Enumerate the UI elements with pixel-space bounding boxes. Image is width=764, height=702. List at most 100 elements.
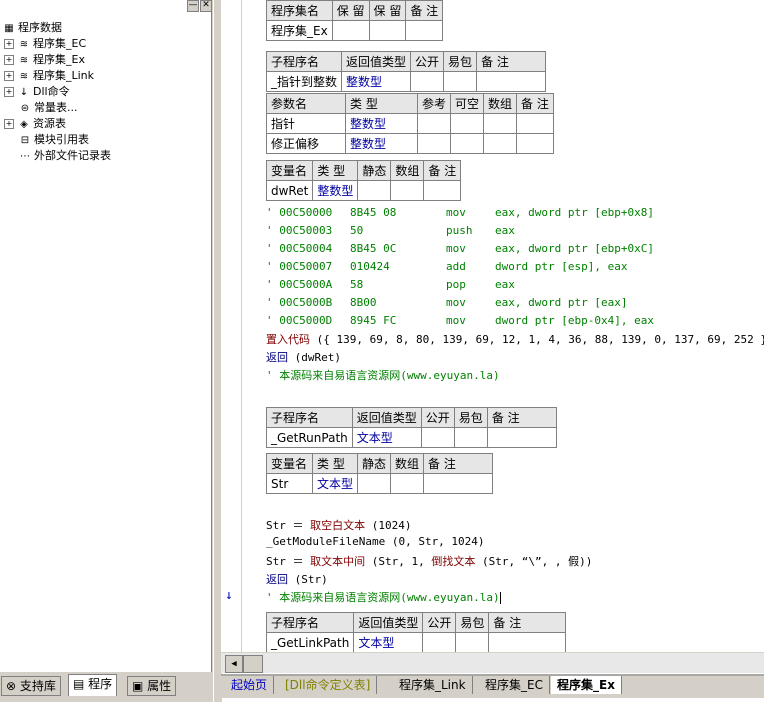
code-line-insert[interactable]: 置入代码 ({ 139, 69, 8, 80, 139, 69, 12, 1, … — [266, 331, 764, 347]
table-cell[interactable] — [410, 71, 445, 92]
table-cell[interactable] — [357, 180, 392, 201]
param-type-cell[interactable]: 整数型 — [345, 133, 418, 154]
expand-icon[interactable]: + — [4, 55, 14, 65]
tab-start-page[interactable]: 起始页 — [225, 676, 275, 694]
table-cell[interactable] — [390, 180, 425, 201]
code-line-return[interactable]: 返回 (dwRet) — [266, 349, 341, 365]
tree-item-assembly-ex[interactable]: + ≋ 程序集_Ex — [4, 52, 85, 68]
table-cell[interactable] — [486, 427, 557, 448]
tab-assembly-ec[interactable]: 程序集_EC — [479, 676, 550, 694]
tree-item-module-refs[interactable]: ⊟ 模块引用表 — [18, 132, 89, 148]
asm-hex: 010424 — [350, 260, 390, 273]
param-type-cell[interactable]: 整数型 — [345, 113, 418, 134]
tree-item-assembly-link[interactable]: + ≋ 程序集_Link — [4, 68, 94, 84]
table-cell[interactable] — [450, 113, 485, 134]
asm-line[interactable]: ' 00C5000B 8B00 mov eax, dword ptr [eax] — [266, 296, 746, 310]
tree-root[interactable]: ▦ 程序数据 — [2, 20, 62, 36]
tree-minimize-button[interactable]: — — [187, 0, 199, 12]
project-tree[interactable]: — ✕ ▦ 程序数据 + ≋ 程序集_EC + ≋ 程序集_Ex + ≋ 程序集_Link +… — [0, 0, 212, 672]
param-name-cell[interactable]: 修正偏移 — [266, 133, 346, 154]
table-cell[interactable] — [516, 113, 554, 134]
param-table-1: 参数名 类 型 参考 可空 数组 备 注 指针 整数型 修正偏移 整数型 — [266, 93, 554, 154]
table-cell[interactable] — [390, 473, 425, 494]
asm-line[interactable]: ' 00C50000 8B45 08 mov eax, dword ptr [ebp+… — [266, 206, 746, 220]
table-cell[interactable] — [422, 632, 457, 652]
assembly-name-cell[interactable]: 程序集_Ex — [266, 20, 333, 41]
table-cell[interactable] — [443, 71, 478, 92]
var-name-cell[interactable]: Str — [266, 473, 313, 494]
table-cell[interactable] — [420, 427, 455, 448]
table-cell[interactable] — [476, 71, 547, 92]
tab-assembly-ex[interactable]: 程序集_Ex — [551, 676, 622, 694]
horizontal-scrollbar[interactable]: ◀ — [221, 652, 764, 673]
table-cell[interactable] — [416, 113, 452, 134]
tree-close-button[interactable]: ✕ — [200, 0, 211, 12]
table-cell[interactable] — [453, 427, 488, 448]
scroll-thumb[interactable] — [243, 655, 263, 673]
asm-addr: ' 00C5000B — [266, 296, 333, 309]
code-line[interactable]: 返回 (Str) — [266, 571, 328, 587]
tree-item-constants[interactable]: ⊜ 常量表... — [18, 100, 78, 116]
asm-op: mov — [446, 242, 466, 255]
tab-support-library[interactable]: ⊗ 支持库 — [1, 676, 61, 696]
table-cell[interactable] — [331, 20, 370, 41]
tab-assembly-link[interactable]: 程序集_Link — [393, 676, 473, 694]
tree-item-assembly-ec[interactable]: + ≋ 程序集_EC — [4, 36, 86, 52]
var-type-cell[interactable]: 整数型 — [312, 180, 359, 201]
table-cell[interactable] — [423, 473, 494, 494]
code-line[interactable]: Str ＝ 取空白文本 (1024) — [266, 517, 411, 533]
tree-item-dll-commands[interactable]: + ↓ Dll命令 — [4, 84, 70, 100]
table-cell[interactable] — [423, 180, 462, 201]
code-editor[interactable]: ↓ 程序集名 保 留 保 留 备 注 程序集_Ex 子程序名 返回值类型 公开 … — [221, 0, 764, 652]
expand-icon[interactable]: + — [4, 39, 14, 49]
table-cell[interactable] — [450, 133, 485, 154]
tree-item-resources[interactable]: + ◈ 资源表 — [4, 116, 66, 132]
asm-args: eax, dword ptr [eax] — [495, 296, 628, 309]
editor-tabs: 起始页 [Dll命令定义表] 程序集_Link 程序集_EC 程序集_Ex — [221, 674, 764, 698]
insert-code-args: ({ 139, 69, 8, 80, 139, 69, 12, 1, 4, 36… — [316, 333, 764, 346]
table-header: 类 型 — [345, 93, 418, 114]
sub-name-cell[interactable]: _指针到整数 — [265, 71, 343, 92]
expand-icon[interactable]: + — [4, 87, 14, 97]
tree-item-external-files[interactable]: ⋯ 外部文件记录表 — [18, 148, 111, 164]
param-name-cell[interactable]: 指针 — [266, 113, 346, 134]
table-cell[interactable] — [488, 632, 567, 652]
code-text: Str ＝ — [266, 555, 311, 568]
code-line[interactable]: Str ＝ 取文本中间 (Str, 1, 倒找文本 (Str, “\”, , 假… — [266, 553, 592, 569]
keyword-return: 返回 — [266, 351, 288, 364]
code-line[interactable]: _GetModuleFileName (0, Str, 1024) — [266, 535, 485, 548]
asm-line[interactable]: ' 00C5000A 58 pop eax — [266, 278, 746, 292]
code-line-comment[interactable]: ' 本源码来自易语言资源网(www.eyuyan.la) — [266, 367, 500, 383]
asm-hex: 50 — [350, 224, 364, 237]
tab-dll-definitions[interactable]: [Dll命令定义表] — [279, 676, 378, 694]
asm-hex: 58 — [350, 278, 364, 291]
tab-properties[interactable]: ▣ 属性 — [127, 676, 177, 696]
asm-line[interactable]: ' 00C50003 50 push eax — [266, 224, 746, 238]
asm-line[interactable]: ' 00C5000D 8945 FC mov dword ptr [ebp-0x4],… — [266, 314, 746, 328]
table-cell[interactable] — [483, 133, 518, 154]
expand-icon[interactable]: + — [4, 71, 14, 81]
return-type-cell[interactable]: 文本型 — [353, 632, 424, 652]
table-cell[interactable] — [483, 113, 518, 134]
tab-program[interactable]: ▤ 程序 — [68, 674, 118, 696]
return-type-cell[interactable]: 文本型 — [351, 427, 422, 448]
asm-line[interactable]: ' 00C50004 8B45 0C mov eax, dword ptr [ebp+… — [266, 242, 746, 256]
asm-line[interactable]: ' 00C50007 010424 add dword ptr [esp], eax — [266, 260, 746, 274]
subroutine-table-1: 子程序名 返回值类型 公开 易包 备 注 _指针到整数 整数型 — [265, 51, 547, 92]
table-cell[interactable] — [368, 20, 407, 41]
table-cell[interactable] — [416, 133, 452, 154]
sub-name-cell[interactable]: _GetLinkPath — [265, 632, 355, 652]
expand-icon[interactable]: + — [4, 119, 14, 129]
var-type-cell[interactable]: 文本型 — [311, 473, 359, 494]
table-cell[interactable] — [357, 473, 392, 494]
module-icon: ⊟ — [20, 135, 30, 146]
return-type-cell[interactable]: 整数型 — [341, 71, 412, 92]
table-cell[interactable] — [455, 632, 490, 652]
var-name-cell[interactable]: dwRet — [265, 180, 314, 201]
code-line-comment[interactable]: ' 本源码来自易语言资源网(www.eyuyan.la) — [266, 589, 501, 605]
table-cell[interactable] — [405, 20, 444, 41]
function-name: 倒找文本 — [431, 555, 476, 568]
sub-name-cell[interactable]: _GetRunPath — [266, 427, 353, 448]
table-cell[interactable] — [516, 133, 554, 154]
scroll-left-icon[interactable]: ◀ — [225, 655, 243, 673]
